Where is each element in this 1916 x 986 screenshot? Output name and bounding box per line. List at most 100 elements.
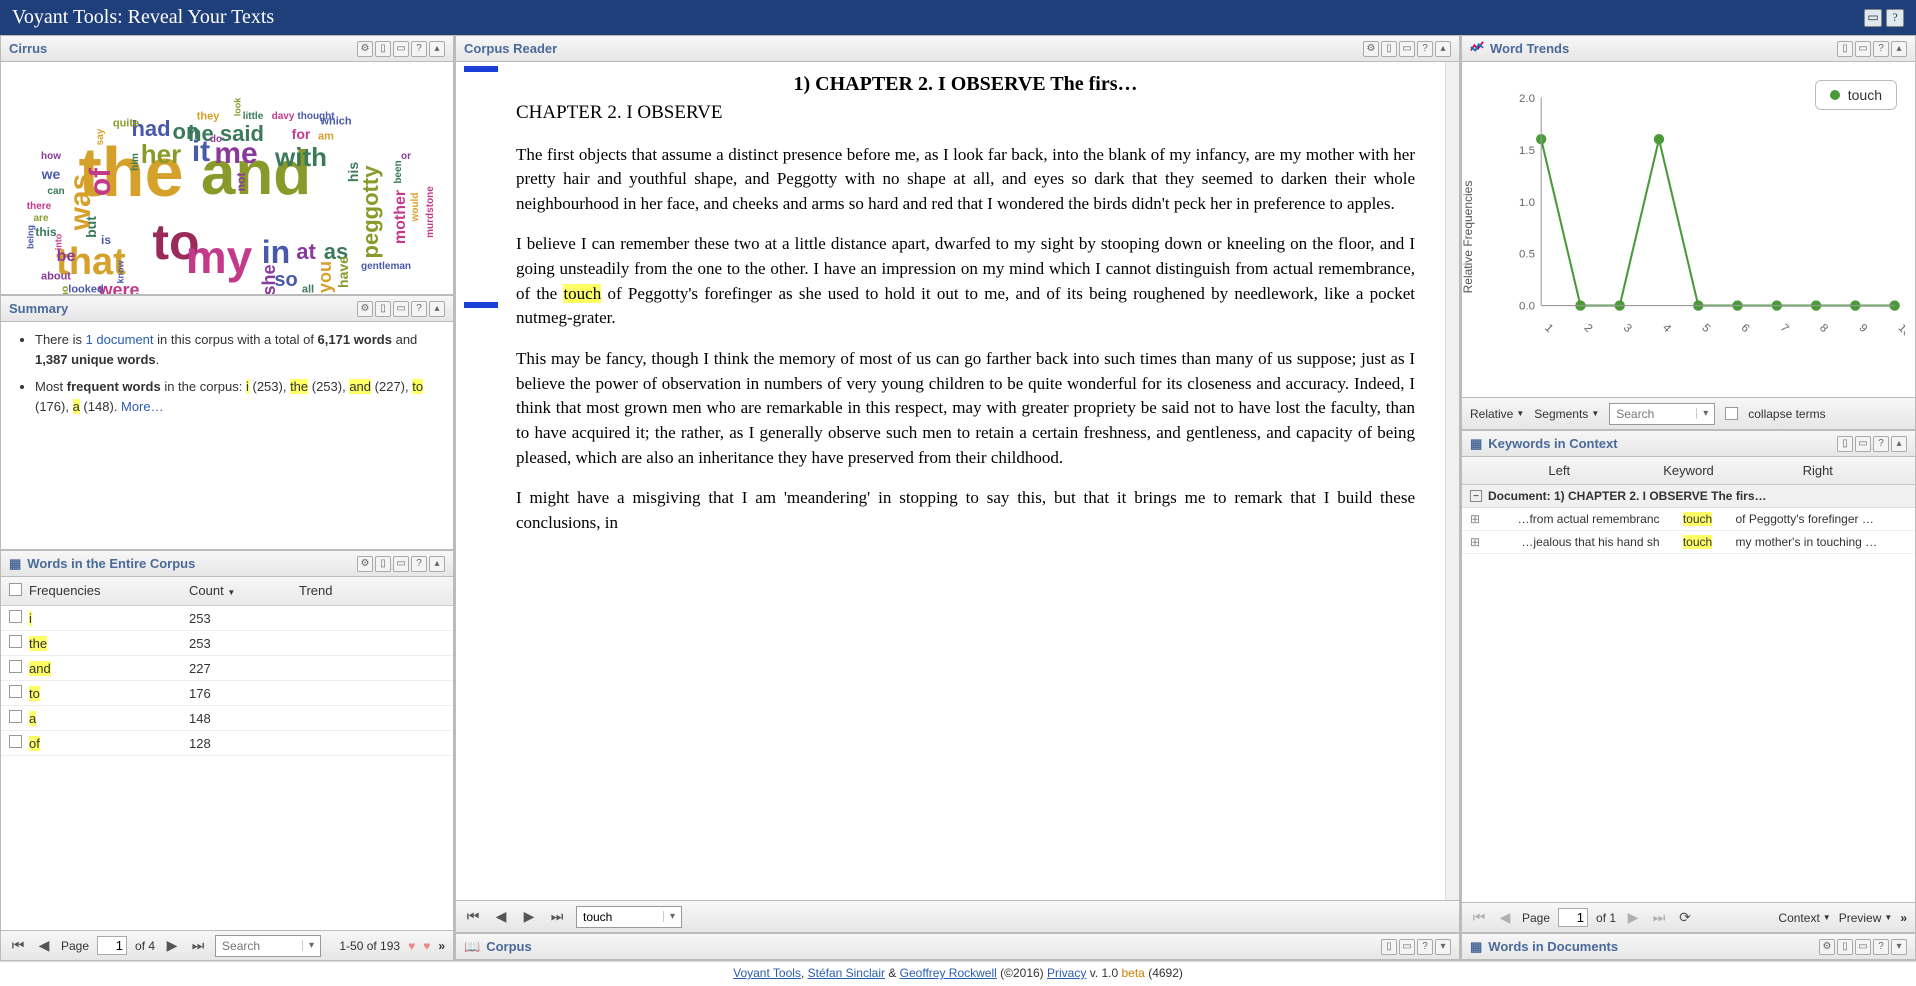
- table-row[interactable]: and227: [1, 656, 453, 681]
- kwic-row[interactable]: ⊞…jealous that his hand shtouchmy mother…: [1462, 531, 1915, 554]
- wordcloud[interactable]: theandtomythatinwasofitmeherwithhe saidh…: [1, 62, 453, 294]
- word-cell[interactable]: and: [29, 661, 51, 676]
- wordcloud-word[interactable]: would: [411, 193, 421, 222]
- footer-link[interactable]: Voyant Tools: [733, 966, 801, 980]
- wordcloud-word[interactable]: little: [243, 112, 264, 122]
- wordcloud-word[interactable]: been: [394, 160, 404, 183]
- chevron-down-icon[interactable]: ▾: [1696, 408, 1714, 419]
- help-icon[interactable]: ?: [411, 41, 427, 57]
- row-checkbox[interactable]: [9, 660, 22, 673]
- word-cell[interactable]: of: [29, 736, 40, 751]
- collapse-icon[interactable]: ▴: [1891, 436, 1907, 452]
- help-icon[interactable]: ?: [1417, 41, 1433, 57]
- word-cell[interactable]: i: [29, 611, 32, 626]
- wordcloud-word[interactable]: of: [86, 168, 116, 196]
- layout-icon[interactable]: ▯: [375, 556, 391, 572]
- search-combo[interactable]: ▾: [215, 935, 321, 957]
- wordcloud-word[interactable]: have: [336, 256, 350, 288]
- gear-icon[interactable]: ⚙: [357, 301, 373, 317]
- search-input[interactable]: [216, 937, 302, 955]
- freq-word[interactable]: i: [246, 379, 249, 394]
- row-checkbox[interactable]: [9, 735, 22, 748]
- wordcloud-word[interactable]: know: [117, 260, 126, 283]
- wordcloud-word[interactable]: can: [47, 187, 64, 197]
- wordcloud-word[interactable]: they: [197, 112, 220, 123]
- export-icon[interactable]: ▭: [1855, 939, 1871, 955]
- collapse-icon[interactable]: ▴: [429, 301, 445, 317]
- row-checkbox[interactable]: [9, 635, 22, 648]
- last-button[interactable]: ⏭: [548, 908, 566, 926]
- legend[interactable]: touch: [1815, 80, 1897, 110]
- first-page-button[interactable]: ⏮: [9, 937, 27, 955]
- kwic-doc-group[interactable]: −Document: 1) CHAPTER 2. I OBSERVE The f…: [1462, 485, 1915, 508]
- gear-icon[interactable]: ⚙: [357, 41, 373, 57]
- gear-icon[interactable]: ⚙: [1363, 41, 1379, 57]
- col-trend[interactable]: Trend: [299, 583, 445, 599]
- freq-word[interactable]: and: [349, 379, 371, 394]
- export-icon[interactable]: ▭: [393, 301, 409, 317]
- wordcloud-word[interactable]: be: [57, 249, 76, 265]
- export-icon[interactable]: ▭: [393, 41, 409, 57]
- table-row[interactable]: of128: [1, 731, 453, 756]
- wordcloud-word[interactable]: peggotty: [360, 166, 382, 259]
- wordcloud-word[interactable]: are: [33, 214, 48, 224]
- wordcloud-word[interactable]: for: [292, 127, 311, 141]
- col-keyword[interactable]: Keyword: [1649, 463, 1729, 478]
- wordcloud-word[interactable]: him: [131, 153, 141, 171]
- expand-icon[interactable]: ⊞: [1470, 512, 1488, 526]
- footer-link[interactable]: Stéfan Sinclair: [808, 966, 885, 980]
- word-cell[interactable]: the: [29, 636, 47, 651]
- prev-button[interactable]: ◀: [492, 908, 510, 926]
- gear-icon[interactable]: ⚙: [357, 556, 373, 572]
- help-icon[interactable]: ?: [411, 301, 427, 317]
- heart-icon[interactable]: ♥: [408, 939, 415, 953]
- wordcloud-word[interactable]: at: [296, 241, 316, 263]
- freq-word[interactable]: to: [412, 379, 423, 394]
- expand-icon[interactable]: ▾: [1435, 939, 1451, 955]
- table-row[interactable]: i253: [1, 606, 453, 631]
- wordcloud-word[interactable]: mother: [393, 190, 409, 244]
- more-button[interactable]: »: [1900, 911, 1907, 925]
- word-cell[interactable]: a: [29, 711, 36, 726]
- row-checkbox[interactable]: [9, 610, 22, 623]
- first-button[interactable]: ⏮: [464, 908, 482, 926]
- window-icon[interactable]: ▭: [1864, 9, 1882, 27]
- export-icon[interactable]: ▭: [1855, 41, 1871, 57]
- more-link[interactable]: More…: [121, 399, 164, 414]
- trends-search-input[interactable]: [1610, 405, 1696, 423]
- wordcloud-word[interactable]: look: [234, 98, 243, 117]
- layout-icon[interactable]: ▯: [375, 41, 391, 57]
- prev-page-button[interactable]: ◀: [1496, 909, 1514, 927]
- table-row[interactable]: the253: [1, 631, 453, 656]
- kwic-keyword[interactable]: touch: [1683, 512, 1712, 526]
- wordcloud-word[interactable]: no: [61, 286, 71, 294]
- wordcloud-word[interactable]: do: [210, 135, 222, 145]
- row-checkbox[interactable]: [9, 685, 22, 698]
- last-page-button[interactable]: ⏭: [189, 937, 207, 955]
- next-page-button[interactable]: ▶: [163, 937, 181, 955]
- layout-icon[interactable]: ▯: [1837, 41, 1853, 57]
- next-page-button[interactable]: ▶: [1624, 909, 1642, 927]
- chevron-down-icon[interactable]: ▾: [302, 940, 320, 951]
- export-icon[interactable]: ▭: [1399, 939, 1415, 955]
- table-row[interactable]: a148: [1, 706, 453, 731]
- wordcloud-word[interactable]: when: [138, 293, 184, 294]
- trends-chart[interactable]: Relative Frequencies touch 0.00.51.01.52…: [1462, 62, 1915, 397]
- kwic-keyword[interactable]: touch: [1683, 535, 1712, 549]
- wordcloud-word[interactable]: he said: [188, 123, 264, 145]
- wordcloud-word[interactable]: with: [275, 144, 327, 170]
- col-left[interactable]: Left: [1470, 463, 1649, 478]
- freq-word[interactable]: the: [290, 379, 308, 394]
- search-combo[interactable]: ▾: [1609, 403, 1715, 425]
- wordcloud-word[interactable]: on: [173, 121, 200, 143]
- reader-search-input[interactable]: [577, 908, 663, 926]
- preview-dropdown[interactable]: Preview▼: [1839, 911, 1893, 925]
- first-page-button[interactable]: ⏮: [1470, 909, 1488, 927]
- scrollbar[interactable]: [1445, 62, 1459, 900]
- col-frequencies[interactable]: Frequencies: [29, 583, 189, 599]
- help-icon[interactable]: ?: [411, 556, 427, 572]
- collapse-icon[interactable]: ▴: [1435, 41, 1451, 57]
- collapse-icon[interactable]: ▴: [1891, 41, 1907, 57]
- wordcloud-word[interactable]: my: [186, 234, 252, 280]
- collapse-checkbox[interactable]: [1725, 407, 1738, 420]
